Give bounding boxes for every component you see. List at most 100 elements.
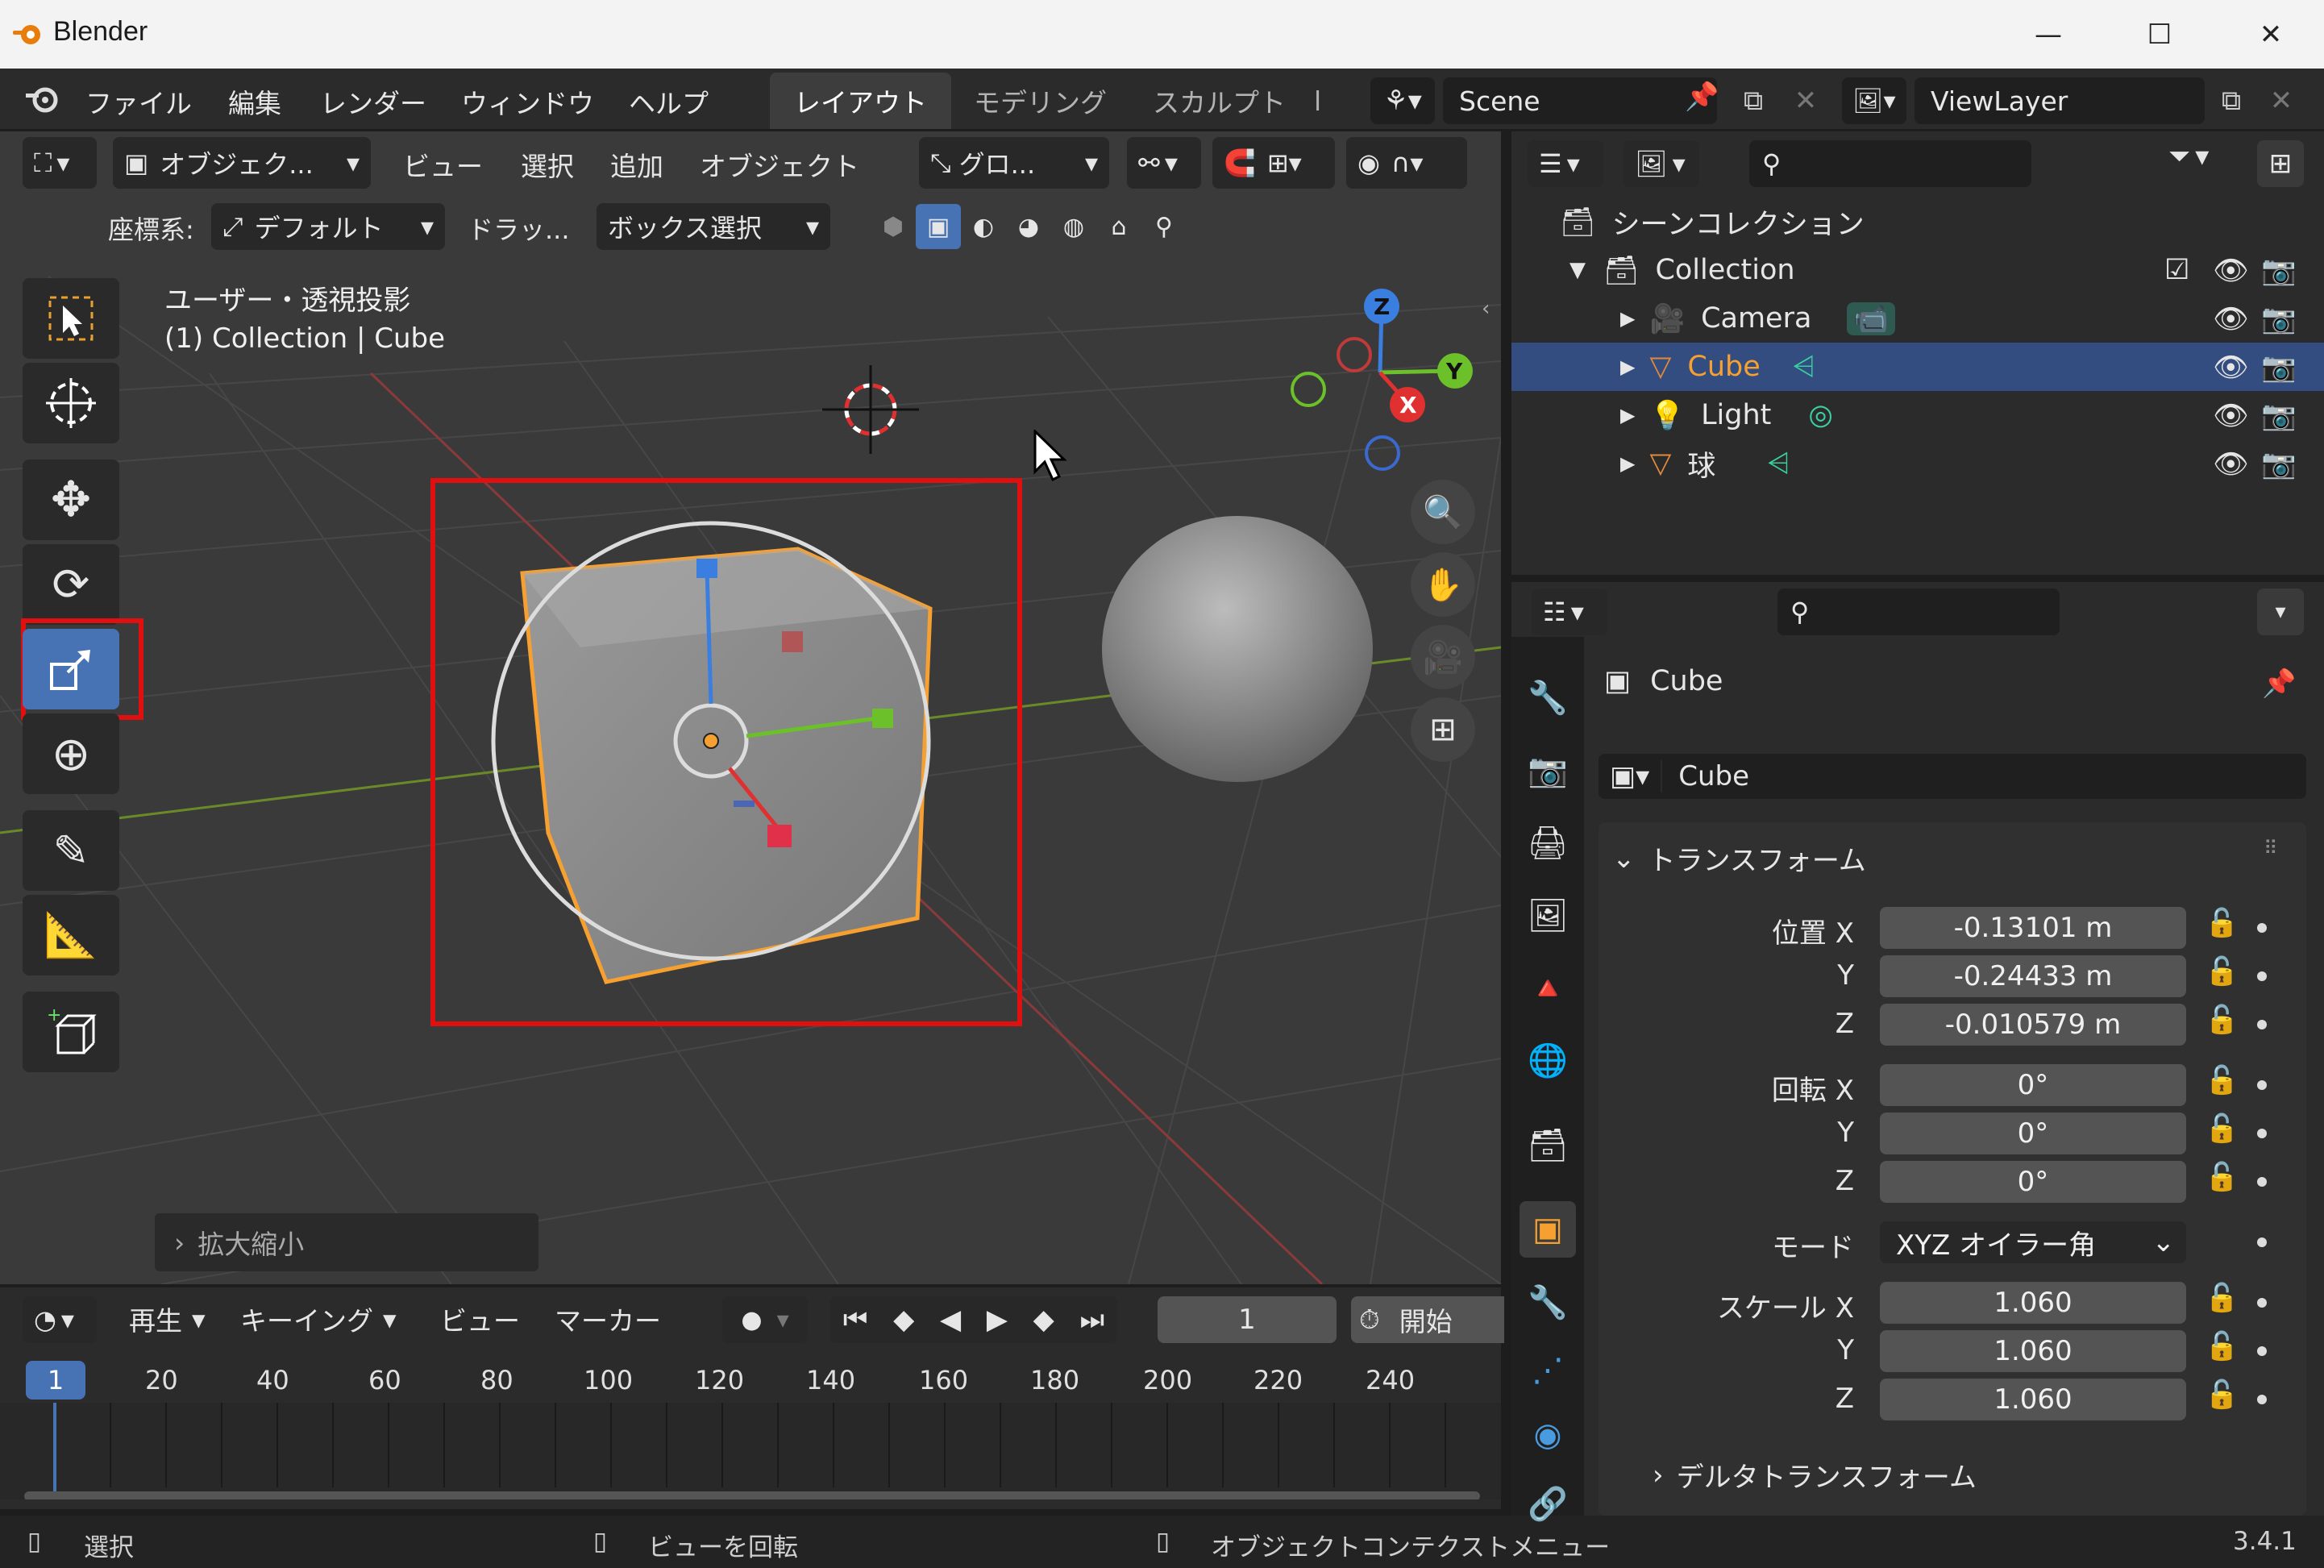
location-z-field[interactable]: -0.010579 m xyxy=(1880,1004,2186,1046)
new-scene-icon[interactable]: ⧉ xyxy=(1733,77,1773,124)
editor-type-selector[interactable]: ⛶ ▾ xyxy=(23,137,97,189)
sidebar-toggle-icon[interactable]: ‹ xyxy=(1482,297,1490,321)
lock-icon[interactable]: 🔓 xyxy=(2205,1282,2239,1314)
menu-view[interactable]: ビュー xyxy=(403,145,483,184)
new-collection-icon[interactable]: ⊞ xyxy=(2257,140,2304,187)
outliner-item-light[interactable]: ▶ 💡 Light ◎ 👁 📷 xyxy=(1511,391,2324,439)
collection-tab-icon[interactable]: 🗃 xyxy=(1520,1117,1576,1173)
menu-object[interactable]: オブジェクト xyxy=(700,145,859,184)
tab-sculpt[interactable]: スカルプト xyxy=(1129,73,1310,129)
mode-selector[interactable]: ▣ オブジェク... ▾ xyxy=(113,137,371,189)
lock-icon[interactable]: 🔓 xyxy=(2205,1161,2239,1193)
keyframe-dot[interactable] xyxy=(2257,1298,2267,1308)
rotation-x-field[interactable]: 0° xyxy=(1880,1064,2186,1106)
object-tab-icon[interactable]: ▣ xyxy=(1520,1201,1576,1258)
lock-icon[interactable]: 🔓 xyxy=(2205,1113,2239,1145)
annotate-tool[interactable]: ✎ xyxy=(23,810,119,891)
properties-editor-type[interactable]: ☷ ▾ xyxy=(1532,589,1607,635)
transform-tool[interactable]: ⊕ xyxy=(23,713,119,794)
render-camera-icon[interactable]: 📷 xyxy=(2261,254,2297,287)
measure-tool[interactable]: 📐 xyxy=(23,895,119,975)
mesh-data-icon[interactable]: ⩤ xyxy=(1793,351,1815,383)
search-icon[interactable]: ⚲ xyxy=(1141,204,1187,249)
transform-orientation-selector[interactable]: ⤡ グロ... ▾ xyxy=(919,137,1109,189)
eye-icon[interactable]: 👁 xyxy=(2213,351,2248,384)
current-frame-field[interactable]: 1 xyxy=(1158,1296,1337,1343)
location-y-field[interactable]: -0.24433 m xyxy=(1880,955,2186,997)
start-frame-field[interactable]: ⏱ 開始 xyxy=(1351,1296,1504,1343)
rotate-tool[interactable]: ⟳ xyxy=(23,544,119,625)
scale-tool[interactable] xyxy=(23,629,119,709)
constraints-tab-icon[interactable]: 🔗 xyxy=(1520,1475,1576,1532)
keyframe-dot[interactable] xyxy=(2257,1080,2267,1090)
navigation-gizmo[interactable]: Z Y X xyxy=(1274,282,1491,476)
physics-tab-icon[interactable]: ◉ xyxy=(1520,1407,1576,1463)
expand-arrow-icon[interactable]: ▶ xyxy=(1620,307,1635,330)
scale-x-field[interactable]: 1.060 xyxy=(1880,1282,2186,1324)
scale-z-field[interactable]: 1.060 xyxy=(1880,1379,2186,1420)
play-reverse-icon[interactable]: ◀ xyxy=(940,1304,961,1336)
solid-shading-icon[interactable]: ◐ xyxy=(961,204,1006,249)
add-cube-tool[interactable]: + xyxy=(23,992,119,1072)
delta-transform-subpanel[interactable]: › デルタトランスフォーム xyxy=(1653,1455,1977,1495)
render-camera-icon[interactable]: 📷 xyxy=(2261,302,2297,335)
blender-menu-icon[interactable] xyxy=(23,81,63,118)
expand-arrow-icon[interactable]: ▶ xyxy=(1620,356,1635,378)
rotation-y-field[interactable]: 0° xyxy=(1880,1113,2186,1154)
eye-icon[interactable]: 👁 xyxy=(2213,254,2248,287)
menu-edit[interactable]: 編集 xyxy=(228,82,281,121)
playhead-frame[interactable]: 1 xyxy=(26,1361,85,1400)
minimize-button[interactable]: — xyxy=(1993,0,2104,69)
object-name-field[interactable]: ▣▾ Cube xyxy=(1599,754,2306,799)
tab-modeling[interactable]: モデリング xyxy=(950,73,1131,129)
world-tab-icon[interactable]: 🌐 xyxy=(1520,1032,1576,1088)
lock-icon[interactable]: 🔓 xyxy=(2205,1064,2239,1096)
menu-file[interactable]: ファイル xyxy=(85,82,192,121)
timeline-marker-menu[interactable]: マーカー xyxy=(555,1300,661,1338)
timeline-track-area[interactable] xyxy=(0,1403,1501,1499)
scale-y-field[interactable]: 1.060 xyxy=(1880,1330,2186,1372)
eye-icon[interactable]: 👁 xyxy=(2213,447,2248,480)
transform-panel-header[interactable]: ⌄ トランスフォーム xyxy=(1612,838,1866,878)
jump-end-icon[interactable]: ⏭ xyxy=(1080,1304,1105,1336)
lock-icon[interactable]: 🔓 xyxy=(2205,1330,2239,1362)
keyframe-dot[interactable] xyxy=(2257,1395,2267,1404)
location-x-field[interactable]: -0.13101 m xyxy=(1880,907,2186,949)
menu-select[interactable]: 選択 xyxy=(521,145,574,184)
last-operator-panel[interactable]: › 拡大縮小 xyxy=(155,1213,538,1271)
timeline-playback-menu[interactable]: 再生 ▾ xyxy=(129,1300,206,1338)
tool-tab-icon[interactable]: 🔧 xyxy=(1520,669,1576,726)
display-mode-selector[interactable]: 🖼 ▾ xyxy=(1623,140,1699,187)
tab-layout[interactable]: レイアウト xyxy=(770,73,951,129)
menu-window[interactable]: ウィンドウ xyxy=(461,82,594,121)
object-data-icon[interactable]: ▣▾ xyxy=(1599,760,1663,792)
outliner-item-sphere[interactable]: ▶ ▽ 球 ⩤ 👁 📷 xyxy=(1511,439,2324,488)
outliner-editor-type[interactable]: ☰ ▾ xyxy=(1528,140,1603,187)
close-button[interactable]: ✕ xyxy=(2215,0,2324,69)
play-icon[interactable]: ▶ xyxy=(987,1304,1008,1336)
coord-system-selector[interactable]: ⤢ デフォルト ▾ xyxy=(211,203,445,250)
pivot-selector[interactable]: ⚯ ▾ xyxy=(1127,137,1201,189)
modifier-tab-icon[interactable]: 🔧 xyxy=(1520,1274,1576,1330)
x-scale-handle[interactable] xyxy=(767,825,792,847)
scene-selector-icon[interactable]: ⚘▾ xyxy=(1370,77,1435,124)
keyframe-dot[interactable] xyxy=(2257,1129,2267,1138)
filter-button[interactable]: ⏷ ▾ xyxy=(2168,140,2209,173)
particles-tab-icon[interactable]: ⋰ xyxy=(1520,1342,1576,1399)
expand-arrow-icon[interactable]: ▶ xyxy=(1620,404,1635,426)
view-layer-icon[interactable]: 🖼▾ xyxy=(1842,77,1906,124)
paint-icon[interactable]: ⌂ xyxy=(1096,204,1141,249)
maximize-button[interactable]: ☐ xyxy=(2104,0,2215,69)
output-tab-icon[interactable]: 🖨 xyxy=(1520,814,1576,871)
render-camera-icon[interactable]: 📷 xyxy=(2261,447,2297,480)
keyframe-dot[interactable] xyxy=(2257,923,2267,933)
mesh-data-icon[interactable]: ⩤ xyxy=(1767,447,1790,480)
scene-tab-icon[interactable]: 🔺 xyxy=(1520,959,1576,1016)
drag-selector[interactable]: ボックス選択 ▾ xyxy=(597,203,830,250)
properties-search-input[interactable]: ⚲ xyxy=(1777,589,2060,635)
proportional-edit-toggle[interactable]: ◉ ∩▾ xyxy=(1346,137,1467,189)
lock-icon[interactable]: 🔓 xyxy=(2205,907,2239,939)
material-shading-icon[interactable]: ◕ xyxy=(1006,204,1051,249)
timeline-view-menu[interactable]: ビュー xyxy=(440,1300,520,1338)
pan-hand-icon[interactable]: ✋ xyxy=(1411,552,1475,617)
